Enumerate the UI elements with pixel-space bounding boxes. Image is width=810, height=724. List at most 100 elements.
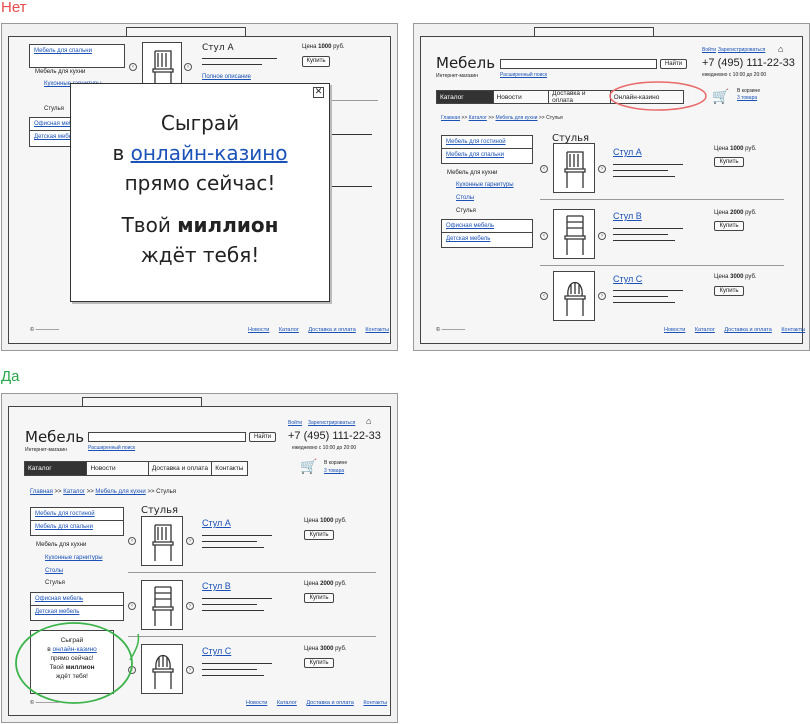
- phone: +7 (495) 111-22-33: [702, 57, 795, 69]
- nav-contacts[interactable]: Контакты: [211, 462, 247, 475]
- menu-kids[interactable]: Детская мебель: [442, 233, 532, 245]
- breadcrumb-catalog[interactable]: Каталог: [469, 115, 487, 121]
- footer-contacts[interactable]: Контакты: [365, 327, 389, 333]
- menu-tables[interactable]: Столы: [456, 195, 474, 202]
- cart-count[interactable]: 3 товара: [737, 95, 757, 101]
- menu-chairs: Стулья: [45, 580, 65, 586]
- cart-count[interactable]: 3 товара: [324, 468, 344, 474]
- menu-bedroom[interactable]: Мебель для спальни: [31, 521, 123, 533]
- footer-delivery[interactable]: Доставка и оплата: [306, 700, 353, 706]
- footer-news[interactable]: Новости: [664, 327, 685, 333]
- tagline: Интернет-магазин: [436, 73, 478, 79]
- breadcrumb-home[interactable]: Главная: [441, 115, 460, 121]
- register-link[interactable]: Зарегистрироваться: [718, 47, 765, 53]
- footer-contacts[interactable]: Контакты: [363, 700, 387, 706]
- good-example-label: Да: [1, 368, 20, 385]
- menu-living[interactable]: Мебель для гостиной: [31, 508, 123, 521]
- buy-button[interactable]: Купить: [714, 286, 744, 296]
- product-name[interactable]: Стул А: [613, 147, 642, 157]
- logo[interactable]: Мебель: [436, 54, 495, 72]
- footer-catalog[interactable]: Каталог: [279, 327, 299, 333]
- footer-catalog[interactable]: Каталог: [695, 327, 715, 333]
- product-name[interactable]: Стул А: [202, 43, 234, 53]
- prev-arrow-icon[interactable]: ‹: [540, 165, 548, 173]
- prev-arrow-icon[interactable]: ‹: [129, 63, 137, 71]
- advanced-search-link[interactable]: Расширенный поиск: [500, 72, 547, 78]
- menu-office[interactable]: Офисная мебель: [442, 220, 532, 233]
- chair-image: [553, 209, 595, 259]
- next-arrow-icon[interactable]: ›: [186, 537, 194, 545]
- nav-catalog[interactable]: Каталог: [25, 462, 87, 475]
- home-icon[interactable]: ⌂: [366, 416, 371, 426]
- nav-delivery[interactable]: Доставка и оплата: [548, 90, 610, 104]
- footer-news[interactable]: Новости: [248, 327, 269, 333]
- good-highlight-circle: [15, 622, 140, 704]
- buy-button[interactable]: Купить: [304, 593, 334, 603]
- login-link[interactable]: Войти: [288, 420, 302, 426]
- next-arrow-icon[interactable]: ›: [186, 602, 194, 610]
- nav-news[interactable]: Новости: [86, 462, 147, 475]
- nav-catalog[interactable]: Каталог: [437, 91, 493, 103]
- casino-popup[interactable]: ✕ Сыграй в онлайн-казино прямо сейчас! Т…: [70, 83, 330, 302]
- full-description-link[interactable]: Полное описание: [202, 74, 251, 81]
- menu-office[interactable]: Офисная мебель: [31, 593, 123, 606]
- buy-button[interactable]: Купить: [714, 157, 744, 167]
- menu-living[interactable]: Мебель для гостиной: [442, 136, 532, 149]
- menu-bedroom[interactable]: Мебель для спальни: [30, 45, 124, 57]
- product-name[interactable]: Стул С: [613, 274, 642, 284]
- prev-arrow-icon[interactable]: ‹: [128, 537, 136, 545]
- buy-button[interactable]: Купить: [302, 56, 330, 67]
- footer-delivery[interactable]: Доставка и оплата: [724, 327, 771, 333]
- chair-image: [141, 580, 183, 630]
- breadcrumb-catalog[interactable]: Каталог: [63, 489, 85, 495]
- popup-line1: Сыграй: [160, 111, 240, 135]
- menu-chairs: Стулья: [44, 106, 64, 112]
- product-name[interactable]: Стул В: [202, 581, 231, 591]
- footer-contacts[interactable]: Контакты: [781, 327, 805, 333]
- search-input[interactable]: [88, 432, 246, 442]
- home-icon[interactable]: ⌂: [778, 44, 783, 54]
- advanced-search-link[interactable]: Расширенный поиск: [88, 445, 135, 451]
- menu-kids[interactable]: Детская мебель: [31, 606, 123, 618]
- next-arrow-icon[interactable]: ›: [186, 666, 194, 674]
- cart-icon[interactable]: 🛒: [300, 458, 317, 475]
- prev-arrow-icon[interactable]: ‹: [540, 232, 548, 240]
- menu-kitchen-sets[interactable]: Кухонные гарнитуры: [456, 182, 514, 189]
- prev-arrow-icon[interactable]: ‹: [540, 292, 548, 300]
- buy-button[interactable]: Купить: [304, 530, 334, 540]
- next-arrow-icon[interactable]: ›: [598, 232, 606, 240]
- breadcrumb-home[interactable]: Главная: [30, 489, 53, 495]
- search-button[interactable]: Найти: [249, 432, 276, 442]
- menu-bedroom[interactable]: Мебель для спальни: [442, 149, 532, 161]
- next-arrow-icon[interactable]: ›: [598, 165, 606, 173]
- register-link[interactable]: Зарегистрироваться: [308, 420, 355, 426]
- popup-line3: прямо сейчас!: [124, 171, 276, 195]
- logo[interactable]: Мебель: [25, 428, 84, 446]
- breadcrumb-kitchen[interactable]: Мебель для кухни: [95, 489, 145, 495]
- close-icon[interactable]: ✕: [313, 87, 324, 98]
- popup-line5: ждёт тебя!: [140, 243, 260, 267]
- next-arrow-icon[interactable]: ›: [598, 292, 606, 300]
- buy-button[interactable]: Купить: [304, 658, 334, 668]
- product-name[interactable]: Стул С: [202, 646, 231, 656]
- casino-link[interactable]: онлайн-казино: [131, 141, 288, 165]
- cart-icon[interactable]: 🛒: [712, 88, 729, 105]
- product-name[interactable]: Стул В: [613, 211, 642, 221]
- prev-arrow-icon[interactable]: ‹: [128, 602, 136, 610]
- nav-news[interactable]: Новости: [492, 91, 549, 103]
- footer-delivery[interactable]: Доставка и оплата: [308, 327, 355, 333]
- product-name[interactable]: Стул А: [202, 518, 231, 528]
- breadcrumb-current: Стулья: [156, 489, 177, 495]
- search-button[interactable]: Найти: [660, 59, 687, 69]
- breadcrumb-kitchen[interactable]: Мебель для кухни: [495, 115, 537, 121]
- menu-tables[interactable]: Столы: [45, 568, 63, 575]
- login-link[interactable]: Войти: [702, 47, 716, 53]
- next-arrow-icon[interactable]: ›: [184, 63, 192, 71]
- nav-delivery[interactable]: Доставка и оплата: [147, 462, 211, 475]
- footer-news[interactable]: Новости: [246, 700, 267, 706]
- footer-catalog[interactable]: Каталог: [277, 700, 297, 706]
- buy-button[interactable]: Купить: [714, 221, 744, 231]
- search-input[interactable]: [500, 59, 657, 69]
- menu-kitchen-sets[interactable]: Кухонные гарнитуры: [45, 555, 103, 562]
- menu-kitchen: Мебель для кухни: [36, 542, 87, 548]
